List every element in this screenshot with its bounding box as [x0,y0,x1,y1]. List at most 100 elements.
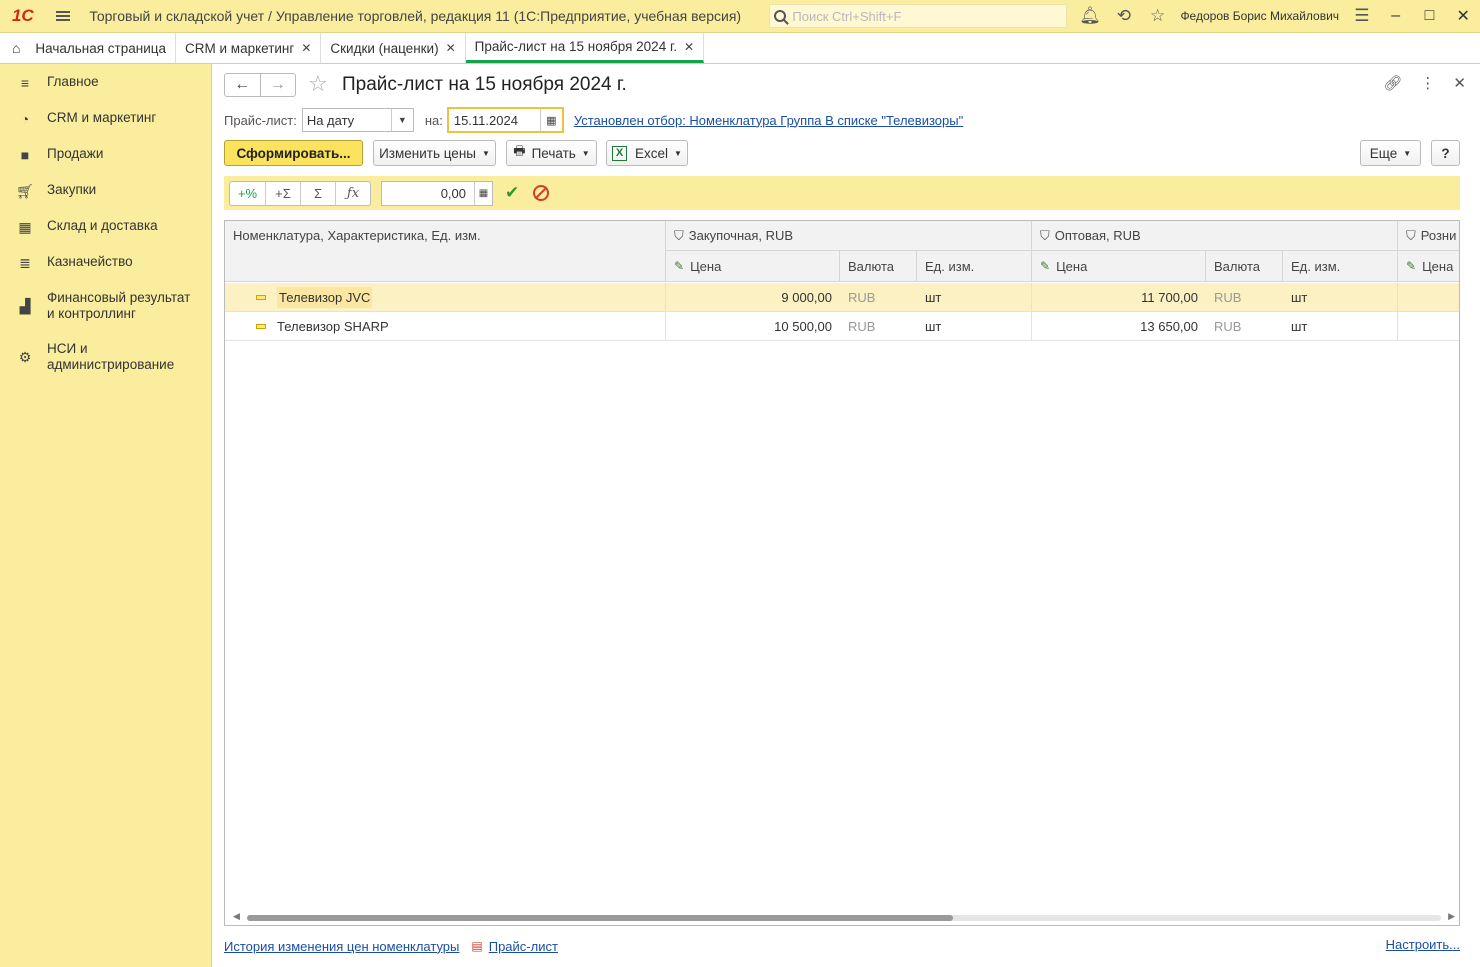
scroll-thumb[interactable] [247,915,953,921]
forward-button[interactable]: → [259,74,296,96]
scroll-right-icon[interactable]: ▶ [1448,911,1455,922]
sidebar-item-finance[interactable]: ▟ Финансовый результат и контроллинг [0,290,211,322]
app-title: Торговый и складской учет / Управление т… [89,8,742,24]
tab-crm[interactable]: CRM и маркетинг ✕ [176,33,322,63]
close-tab-icon[interactable]: ✕ [301,41,311,55]
currency-cell[interactable]: RUB [848,283,875,311]
tab-label: Прайс-лист на 15 ноября 2024 г. [474,39,677,54]
calendar-icon[interactable]: ▦ [539,109,562,131]
horizontal-scrollbar[interactable]: ◀ ▶ [233,911,1455,922]
price-history-link[interactable]: История изменения цен номенклатуры [224,939,459,954]
column-group-retail[interactable]: ⛉ Розни [1398,221,1459,251]
back-button[interactable]: ← [225,74,260,96]
minimize-button[interactable]: – [1379,0,1413,33]
page-title: Прайс-лист на 15 ноября 2024 г. [342,74,627,95]
currency-cell[interactable]: RUB [848,312,875,340]
price-cell[interactable]: 13 650,00 [1032,312,1198,340]
add-percent-button[interactable]: +% [230,182,265,205]
title-bar: 1С Торговый и складской учет / Управлени… [0,0,1480,33]
cancel-icon[interactable] [533,185,550,201]
link-icon[interactable]: 🔗︎ [1383,74,1402,92]
price-list-select[interactable]: На дату ▼ [301,108,414,132]
close-form-icon[interactable]: ✕ [1453,74,1466,92]
search-input[interactable]: Поиск Ctrl+Shift+F [769,4,1068,28]
user-name[interactable]: Федоров Борис Михайлович [1180,9,1339,23]
maximize-button[interactable]: □ [1413,0,1447,33]
sidebar-item-admin[interactable]: ⚙ НСИ и администрирование [0,341,211,373]
tab-label: Скидки (наценки) [330,40,439,56]
column-group-wholesale[interactable]: ⛉ Оптовая, RUB [1032,221,1398,251]
tab-price-list[interactable]: Прайс-лист на 15 ноября 2024 г. ✕ [465,33,705,63]
history-nav: ← → [224,73,296,97]
settings-menu-icon[interactable]: ☰ [1345,0,1379,33]
calc-value-input[interactable]: 0,00 ▦ [381,180,493,206]
sidebar-item-label: Продажи [47,146,104,161]
help-button[interactable]: ? [1431,140,1460,166]
calculator-icon[interactable]: ▦ [474,181,492,205]
history-icon[interactable]: ⟲ [1107,0,1141,33]
column-header-unit[interactable]: Ед. изм. [917,251,1032,282]
table-row[interactable]: Телевизор JVC 9 000,00 RUB шт 11 700,00 … [225,283,1459,312]
tab-label: Начальная страница [35,40,166,56]
formula-button[interactable]: ƒx [335,181,370,205]
sidebar-item-label: Склад и доставка [47,218,158,233]
more-button[interactable]: Еще ▼ [1360,140,1421,166]
sidebar-item-treasury[interactable]: ≣ Казначейство [0,254,211,271]
unit-cell[interactable]: шт [925,312,941,340]
table-row[interactable]: Телевизор SHARP 10 500,00 RUB шт 13 650,… [225,312,1459,341]
change-prices-button[interactable]: Изменить цены ▼ [373,140,496,166]
price-cell[interactable]: 10 500,00 [666,312,832,340]
group-label: Оптовая, RUB [1054,228,1141,243]
gear-icon: ⚙ [18,348,32,365]
sidebar-item-crm[interactable]: ◔ CRM и маркетинг [0,110,211,127]
column-group-purchase[interactable]: ⛉ Закупочная, RUB [666,221,1032,251]
currency-cell[interactable]: RUB [1214,312,1241,340]
favorites-star-icon[interactable]: ☆ [1141,0,1175,33]
sidebar-item-sales[interactable]: ■ Продажи [0,146,211,163]
apply-check-icon[interactable]: ✔ [505,183,519,203]
main-form: ← → ☆ Прайс-лист на 15 ноября 2024 г. 🔗︎… [212,64,1480,967]
chevron-down-icon: ▼ [481,148,490,158]
unit-cell[interactable]: шт [1291,283,1307,311]
set-sum-button[interactable]: Σ [300,181,335,205]
add-to-favorites-icon[interactable]: ☆ [308,71,328,97]
unit-cell[interactable]: шт [925,283,941,311]
generate-button[interactable]: Сформировать... [224,140,363,166]
sidebar-item-label: Казначейство [47,254,133,269]
unit-cell[interactable]: шт [1291,312,1307,340]
column-header-price[interactable]: ✎ Цена [1398,251,1459,282]
filter-link[interactable]: Установлен отбор: Номенклатура Группа В … [574,113,963,128]
excel-button[interactable]: X Excel ▼ [606,140,688,166]
sidebar-item-main[interactable]: ≡ Главное [0,74,211,91]
tab-home[interactable]: ⌂ Начальная страница [0,33,176,63]
customize-link[interactable]: Настроить... [1386,937,1460,952]
chevron-down-icon[interactable]: ▼ [390,109,413,131]
close-tab-icon[interactable]: ✕ [684,40,694,54]
bell-icon[interactable]: 🔔︎ [1073,0,1107,33]
currency-cell[interactable]: RUB [1214,283,1241,311]
chevron-down-icon: ▼ [581,148,590,158]
close-window-button[interactable]: ✕ [1446,0,1480,33]
price-list-report-link[interactable]: Прайс-лист [489,939,558,954]
button-label: Изменить цены [379,145,476,161]
header-label: Цена [1422,258,1454,274]
price-cell[interactable]: 9 000,00 [666,283,832,311]
column-header-name[interactable]: Номенклатура, Характеристика, Ед. изм. [225,221,666,282]
print-button[interactable]: 🖶 Печать ▼ [506,140,597,166]
column-header-price[interactable]: ✎ Цена [666,251,840,282]
sidebar-item-purchases[interactable]: 🛒︎ Закупки [0,182,211,199]
column-header-currency[interactable]: Валюта [1206,251,1283,282]
column-header-unit[interactable]: Ед. изм. [1283,251,1398,282]
close-tab-icon[interactable]: ✕ [446,41,456,55]
price-cell[interactable]: 11 700,00 [1032,283,1198,311]
date-field[interactable]: 15.11.2024 ▦ [446,107,564,133]
column-header-price[interactable]: ✎ Цена [1032,251,1206,282]
add-sum-button[interactable]: +Σ [265,181,300,205]
price-list-value: На дату [306,112,355,128]
tab-discounts[interactable]: Скидки (наценки) ✕ [321,33,466,63]
sidebar-item-warehouse[interactable]: ▦ Склад и доставка [0,218,211,235]
scroll-left-icon[interactable]: ◀ [233,911,240,922]
column-header-currency[interactable]: Валюта [840,251,917,282]
main-menu-button[interactable] [46,0,80,33]
more-actions-icon[interactable]: ⋮ [1420,74,1435,92]
